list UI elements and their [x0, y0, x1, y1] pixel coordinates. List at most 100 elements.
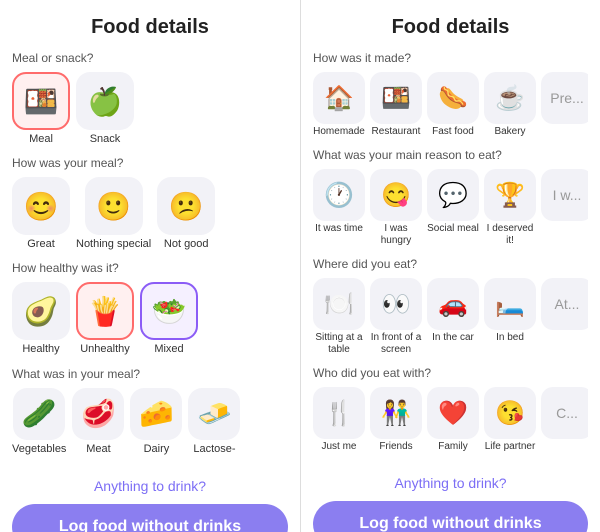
- option-who-more-box[interactable]: C...: [541, 387, 588, 439]
- option-lactose[interactable]: 🧈 Lactose-: [188, 388, 240, 456]
- option-meat-box[interactable]: 🥩: [72, 388, 124, 440]
- option-friends-box[interactable]: 👫: [370, 387, 422, 439]
- option-who-more[interactable]: C...: [541, 387, 588, 453]
- where-label: Where did you eat?: [313, 257, 588, 271]
- healthy-section: How healthy was it? 🥑 Healthy 🍟 Unhealth…: [12, 261, 288, 356]
- option-restaurant-box[interactable]: 🍱: [370, 72, 422, 124]
- option-just-me-label: Just me: [321, 441, 356, 453]
- option-healthy-box[interactable]: 🥑: [12, 282, 70, 340]
- option-dairy-box[interactable]: 🧀: [130, 388, 182, 440]
- option-snack-label: Snack: [90, 133, 121, 146]
- option-pre-box[interactable]: Pre...: [541, 72, 588, 124]
- option-time-label: It was time: [315, 223, 363, 235]
- left-title: Food details: [12, 16, 288, 39]
- option-homemade-box[interactable]: 🏠: [313, 72, 365, 124]
- option-vegetables[interactable]: 🥒 Vegetables: [12, 388, 66, 456]
- option-hungry-label: I was hungry: [370, 223, 422, 247]
- option-screen[interactable]: 👀 In front of a screen: [370, 278, 422, 356]
- option-dairy[interactable]: 🧀 Dairy: [130, 388, 182, 456]
- option-meal[interactable]: 🍱 Meal: [12, 72, 70, 146]
- option-table-label: Sitting at a table: [313, 332, 365, 356]
- option-mixed-box[interactable]: 🥗: [140, 282, 198, 340]
- option-screen-box[interactable]: 👀: [370, 278, 422, 330]
- option-not-good[interactable]: 😕 Not good: [157, 177, 215, 251]
- option-reason-more[interactable]: I w...: [541, 169, 588, 247]
- left-anything-drink[interactable]: Anything to drink?: [12, 478, 288, 494]
- option-social-box[interactable]: 💬: [427, 169, 479, 221]
- right-panel: Food details How was it made? 🏠 Homemade…: [300, 0, 600, 532]
- option-nothing-special-box[interactable]: 🙂: [85, 177, 143, 235]
- meal-snack-label: Meal or snack?: [12, 51, 288, 65]
- option-homemade[interactable]: 🏠 Homemade: [313, 72, 365, 138]
- option-mixed[interactable]: 🥗 Mixed: [140, 282, 198, 356]
- option-bed-box[interactable]: 🛏️: [484, 278, 536, 330]
- option-reason-more-box[interactable]: I w...: [541, 169, 588, 221]
- option-screen-label: In front of a screen: [370, 332, 422, 356]
- reason-label: What was your main reason to eat?: [313, 148, 588, 162]
- option-homemade-label: Homemade: [313, 126, 365, 138]
- option-fastfood-label: Fast food: [432, 126, 474, 138]
- option-time[interactable]: 🕐 It was time: [313, 169, 365, 247]
- option-unhealthy[interactable]: 🍟 Unhealthy: [76, 282, 134, 356]
- option-great[interactable]: 😊 Great: [12, 177, 70, 251]
- where-section: Where did you eat? 🍽️ Sitting at a table…: [313, 257, 588, 356]
- option-pre[interactable]: Pre...: [541, 72, 588, 138]
- left-panel: Food details Meal or snack? 🍱 Meal 🍏 Sna…: [0, 0, 300, 532]
- option-hungry-box[interactable]: 😋: [370, 169, 422, 221]
- option-table[interactable]: 🍽️ Sitting at a table: [313, 278, 365, 356]
- option-bed-label: In bed: [496, 332, 524, 344]
- meal-quality-section: How was your meal? 😊 Great 🙂 Nothing spe…: [12, 156, 288, 251]
- left-log-button[interactable]: Log food without drinks: [12, 504, 288, 532]
- who-section: Who did you eat with? 🍴 Just me 👫 Friend…: [313, 366, 588, 453]
- who-label: Who did you eat with?: [313, 366, 588, 380]
- option-family[interactable]: ❤️ Family: [427, 387, 479, 453]
- option-vegetables-box[interactable]: 🥒: [13, 388, 65, 440]
- option-great-box[interactable]: 😊: [12, 177, 70, 235]
- option-car[interactable]: 🚗 In the car: [427, 278, 479, 356]
- option-just-me[interactable]: 🍴 Just me: [313, 387, 365, 453]
- option-restaurant-label: Restaurant: [372, 126, 421, 138]
- how-made-section: How was it made? 🏠 Homemade 🍱 Restaurant…: [313, 51, 588, 138]
- option-where-more[interactable]: At...: [541, 278, 588, 356]
- option-bakery-label: Bakery: [494, 126, 525, 138]
- who-options: 🍴 Just me 👫 Friends ❤️ Family 😘 Life par…: [313, 387, 588, 453]
- option-time-box[interactable]: 🕐: [313, 169, 365, 221]
- option-friends[interactable]: 👫 Friends: [370, 387, 422, 453]
- option-fastfood[interactable]: 🌭 Fast food: [427, 72, 479, 138]
- option-meal-label: Meal: [29, 133, 53, 146]
- option-bakery[interactable]: ☕ Bakery: [484, 72, 536, 138]
- option-meal-box[interactable]: 🍱: [12, 72, 70, 130]
- option-family-box[interactable]: ❤️: [427, 387, 479, 439]
- right-anything-drink[interactable]: Anything to drink?: [313, 475, 588, 491]
- option-nothing-special[interactable]: 🙂 Nothing special: [76, 177, 151, 251]
- option-lactose-box[interactable]: 🧈: [188, 388, 240, 440]
- right-log-button[interactable]: Log food without drinks: [313, 501, 588, 532]
- option-meat[interactable]: 🥩 Meat: [72, 388, 124, 456]
- option-social[interactable]: 💬 Social meal: [427, 169, 479, 247]
- option-table-box[interactable]: 🍽️: [313, 278, 365, 330]
- option-car-box[interactable]: 🚗: [427, 278, 479, 330]
- option-unhealthy-box[interactable]: 🍟: [76, 282, 134, 340]
- option-healthy[interactable]: 🥑 Healthy: [12, 282, 70, 356]
- meal-contents-label: What was in your meal?: [12, 367, 288, 381]
- healthy-label: How healthy was it?: [12, 261, 288, 275]
- option-deserved-box[interactable]: 🏆: [484, 169, 536, 221]
- option-fastfood-box[interactable]: 🌭: [427, 72, 479, 124]
- option-hungry[interactable]: 😋 I was hungry: [370, 169, 422, 247]
- option-bed[interactable]: 🛏️ In bed: [484, 278, 536, 356]
- option-just-me-box[interactable]: 🍴: [313, 387, 365, 439]
- how-made-options: 🏠 Homemade 🍱 Restaurant 🌭 Fast food ☕ Ba…: [313, 72, 588, 138]
- right-title: Food details: [313, 16, 588, 39]
- option-partner[interactable]: 😘 Life partner: [484, 387, 536, 453]
- option-mixed-label: Mixed: [154, 343, 183, 356]
- option-where-more-box[interactable]: At...: [541, 278, 588, 330]
- option-not-good-box[interactable]: 😕: [157, 177, 215, 235]
- option-restaurant[interactable]: 🍱 Restaurant: [370, 72, 422, 138]
- option-snack-box[interactable]: 🍏: [76, 72, 134, 130]
- option-snack[interactable]: 🍏 Snack: [76, 72, 134, 146]
- option-deserved[interactable]: 🏆 I deserved it!: [484, 169, 536, 247]
- meal-contents-options: 🥒 Vegetables 🥩 Meat 🧀 Dairy 🧈 Lactose-: [12, 388, 288, 456]
- option-partner-box[interactable]: 😘: [484, 387, 536, 439]
- option-family-label: Family: [438, 441, 467, 453]
- option-bakery-box[interactable]: ☕: [484, 72, 536, 124]
